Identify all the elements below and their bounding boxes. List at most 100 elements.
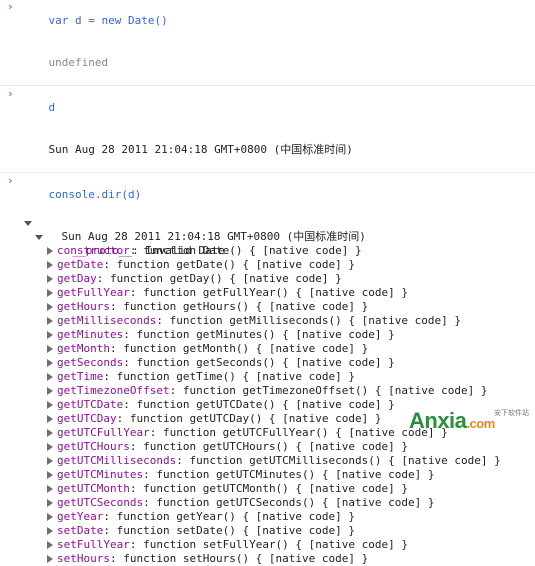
- member-value: function getYear() { [native code] }: [116, 510, 356, 523]
- member-value: function getUTCMonth() { [native code] }: [143, 482, 409, 495]
- member-value: function getFullYear() { [native code] }: [143, 286, 409, 299]
- tree-member-row[interactable]: getUTCMinutes: function getUTCMinutes() …: [0, 468, 535, 482]
- colon-separator: :: [103, 524, 117, 537]
- tree-member-row[interactable]: getUTCMonth: function getUTCMonth() { [n…: [0, 482, 535, 496]
- tree-member-row[interactable]: getMonth: function getMonth() { [native …: [0, 342, 535, 356]
- collapsed-triangle-icon[interactable]: [47, 555, 53, 563]
- tree-member-row[interactable]: setHours: function setHours() { [native …: [0, 552, 535, 566]
- member-value: function setFullYear() { [native code] }: [143, 538, 409, 551]
- tree-member-row[interactable]: getDay: function getDay() { [native code…: [0, 272, 535, 286]
- tree-member-row[interactable]: getTime: function getTime() { [native co…: [0, 370, 535, 384]
- console-input-entry[interactable]: › d: [0, 87, 535, 129]
- collapsed-triangle-icon[interactable]: [47, 401, 53, 409]
- member-value: function setHours() { [native code] }: [123, 552, 369, 565]
- member-value: function getTime() { [native code] }: [116, 370, 356, 383]
- colon-separator: :: [156, 314, 170, 327]
- expanded-triangle-icon[interactable]: [24, 221, 32, 226]
- entry-divider: [0, 172, 535, 173]
- colon-separator: :: [96, 272, 110, 285]
- tree-member-row[interactable]: getHours: function getHours() { [native …: [0, 300, 535, 314]
- console-result-entry: undefined: [0, 42, 535, 84]
- colon-separator: :: [143, 468, 157, 481]
- member-key: getSeconds: [57, 356, 124, 369]
- expanded-triangle-icon[interactable]: [35, 235, 43, 240]
- collapsed-triangle-icon[interactable]: [47, 485, 53, 493]
- member-key: getMinutes: [57, 328, 124, 341]
- collapsed-triangle-icon[interactable]: [47, 373, 53, 381]
- prompt-chevron-icon: ›: [7, 87, 14, 100]
- member-key: getDate: [57, 258, 104, 271]
- member-key: setDate: [57, 524, 104, 537]
- colon-separator: :: [129, 286, 144, 299]
- collapsed-triangle-icon[interactable]: [47, 541, 53, 549]
- tree-member-row[interactable]: getMilliseconds: function getMillisecond…: [0, 314, 535, 328]
- entry-divider: [0, 85, 535, 86]
- member-value: function getDay() { [native code] }: [110, 272, 342, 285]
- member-key: getDay: [57, 272, 97, 285]
- collapsed-triangle-icon[interactable]: [47, 513, 53, 521]
- collapsed-triangle-icon[interactable]: [47, 345, 53, 353]
- tree-member-row[interactable]: constructor: function Date() { [native c…: [0, 244, 535, 258]
- collapsed-triangle-icon[interactable]: [47, 527, 53, 535]
- colon-separator: :: [103, 510, 117, 523]
- collapsed-triangle-icon[interactable]: [47, 317, 53, 325]
- collapsed-triangle-icon[interactable]: [47, 499, 53, 507]
- prompt-chevron-icon: ›: [7, 174, 14, 187]
- input-text: var d = new Date(): [48, 14, 168, 27]
- colon-separator: :: [116, 412, 130, 425]
- watermark-logo: Anxia.com: [409, 408, 495, 433]
- collapsed-triangle-icon[interactable]: [47, 275, 53, 283]
- member-value: function getUTCMinutes() { [native code]…: [156, 468, 435, 481]
- member-key: getYear: [57, 510, 104, 523]
- console-input-entry[interactable]: › var d = new Date(): [0, 0, 535, 42]
- collapsed-triangle-icon[interactable]: [47, 289, 53, 297]
- input-text: console.dir(d): [48, 188, 142, 201]
- member-value: function getUTCDay() { [native code] }: [129, 412, 382, 425]
- tree-member-row[interactable]: getUTCMilliseconds: function getUTCMilli…: [0, 454, 535, 468]
- collapsed-triangle-icon[interactable]: [47, 457, 53, 465]
- member-value: function getUTCSeconds() { [native code]…: [156, 496, 435, 509]
- collapsed-triangle-icon[interactable]: [47, 429, 53, 437]
- member-value: function getMinutes() { [native code] }: [136, 328, 395, 341]
- member-value: function getDate() { [native code] }: [116, 258, 356, 271]
- collapsed-triangle-icon[interactable]: [47, 261, 53, 269]
- tree-member-row[interactable]: getMinutes: function getMinutes() { [nat…: [0, 328, 535, 342]
- tree-member-row[interactable]: getFullYear: function getFullYear() { [n…: [0, 286, 535, 300]
- tree-member-row[interactable]: getUTCHours: function getUTCHours() { [n…: [0, 440, 535, 454]
- collapsed-triangle-icon[interactable]: [47, 303, 53, 311]
- collapsed-triangle-icon[interactable]: [47, 387, 53, 395]
- collapsed-triangle-icon[interactable]: [47, 415, 53, 423]
- member-key: getTime: [57, 370, 104, 383]
- tree-member-row[interactable]: setFullYear: function setFullYear() { [n…: [0, 538, 535, 552]
- collapsed-triangle-icon[interactable]: [47, 443, 53, 451]
- tree-member-row[interactable]: getTimezoneOffset: function getTimezoneO…: [0, 384, 535, 398]
- collapsed-triangle-icon[interactable]: [47, 471, 53, 479]
- tree-proto-row[interactable]: __proto__: Invalid Date: [0, 230, 535, 257]
- tree-member-row[interactable]: getUTCSeconds: function getUTCSeconds() …: [0, 496, 535, 510]
- input-text: d: [48, 101, 56, 114]
- member-value: function getMonth() { [native code] }: [123, 342, 369, 355]
- member-value: function getTimezoneOffset() { [native c…: [182, 384, 488, 397]
- member-value: function getUTCMilliseconds() { [native …: [189, 454, 501, 467]
- member-key: getMilliseconds: [57, 314, 157, 327]
- tree-member-row[interactable]: setDate: function setDate() { [native co…: [0, 524, 535, 538]
- member-value: function getUTCFullYear() { [native code…: [162, 426, 448, 439]
- member-key: getHours: [57, 300, 110, 313]
- member-key: getUTCDay: [57, 412, 117, 425]
- collapsed-triangle-icon[interactable]: [47, 247, 53, 255]
- tree-member-row[interactable]: getSeconds: function getSeconds() { [nat…: [0, 356, 535, 370]
- prompt-chevron-icon: ›: [7, 0, 14, 13]
- collapsed-triangle-icon[interactable]: [47, 359, 53, 367]
- member-key: setFullYear: [57, 538, 130, 551]
- member-key: getUTCMonth: [57, 482, 130, 495]
- collapsed-triangle-icon[interactable]: [47, 331, 53, 339]
- console-input-entry[interactable]: › console.dir(d): [0, 174, 535, 216]
- watermark-subtext: 安下软件站: [494, 410, 529, 417]
- colon-separator: :: [103, 258, 117, 271]
- colon-separator: :: [129, 482, 144, 495]
- tree-root-row[interactable]: Sun Aug 28 2011 21:04:18 GMT+0800 (中国标准时…: [0, 216, 535, 243]
- tree-member-row[interactable]: getDate: function getDate() { [native co…: [0, 258, 535, 272]
- colon-separator: :: [143, 496, 157, 509]
- tree-member-row[interactable]: getYear: function getYear() { [native co…: [0, 510, 535, 524]
- member-key: getFullYear: [57, 286, 130, 299]
